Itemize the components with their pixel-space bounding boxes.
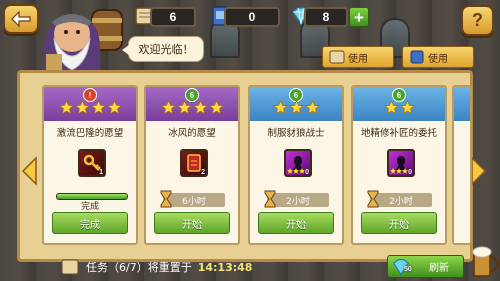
star-icon: [106, 100, 122, 115]
star-icon: [90, 100, 106, 115]
card-header: [454, 87, 470, 121]
timer-text: 6小时: [182, 196, 206, 207]
star-rating: [353, 100, 445, 118]
quest-card[interactable]: 6 地精修补匠的委托 0 2小时 开始: [351, 85, 447, 245]
star-rating: [146, 100, 238, 118]
star-icon: [208, 100, 224, 115]
reset-time: 14:13:48: [197, 260, 253, 274]
start-button[interactable]: 开始: [258, 212, 334, 234]
mini-star-rating: [287, 168, 305, 174]
refresh-label: 刷新: [429, 263, 449, 274]
timer-text: 2小时: [389, 196, 413, 207]
quest-timer: 2小时: [264, 190, 329, 208]
gem-count: 8: [304, 7, 348, 27]
quest-card-partial[interactable]: [452, 85, 472, 245]
item-count: 0: [305, 169, 309, 176]
greeting-bubble: 欢迎光临！: [122, 36, 204, 62]
reward-item: 0: [387, 149, 415, 177]
quest-title: 激流巴隆的愿望: [56, 128, 124, 139]
reward-item: 1: [78, 149, 106, 177]
refresh-cost: 50: [404, 266, 412, 273]
quest-card[interactable]: 6 制服豺狼战士 0 2小时 开始: [248, 85, 344, 245]
star-icon: [383, 100, 399, 115]
complete-button[interactable]: 完成: [52, 212, 128, 234]
star-icon: [399, 100, 415, 115]
scroll-icon: [329, 50, 345, 64]
scroll-left-arrow-icon[interactable]: [20, 156, 38, 186]
star-icon: [160, 100, 176, 115]
star-icon: [272, 100, 288, 115]
ticket-icon: [410, 50, 424, 64]
reward-item: 0: [284, 149, 312, 177]
use-scroll-button[interactable]: 使用: [322, 46, 394, 68]
star-icon: [176, 100, 192, 115]
use-button-label: 使用: [428, 53, 448, 65]
dwarf-merchant-portrait: [44, 9, 123, 76]
ticket-count: 0: [224, 7, 280, 27]
item-count: 0: [408, 169, 412, 176]
use-button-label: 使用: [348, 53, 368, 65]
beer-mug-icon: [472, 246, 498, 277]
star-icon: [288, 100, 304, 115]
quest-timer: 6小时: [160, 190, 225, 208]
scroll-right-arrow-icon[interactable]: [470, 156, 488, 186]
item-count: 2: [201, 169, 205, 176]
timer-text: 2小时: [286, 196, 310, 207]
scroll-icon: [61, 259, 79, 275]
star-icon: [192, 100, 208, 115]
start-button[interactable]: 开始: [154, 212, 230, 234]
mini-star-rating: [390, 168, 408, 174]
reset-info: 任务（6/7）将重置于 14:13:48: [60, 256, 260, 278]
use-ticket-button[interactable]: 使用: [402, 46, 474, 68]
star-rating: [44, 100, 136, 118]
hourglass-icon: [264, 190, 276, 208]
quest-title: 地精修补匠的委托: [360, 128, 437, 139]
quest-card[interactable]: ! 激流巴隆的愿望 1 完成 完成: [42, 85, 138, 245]
quest-title: 制服豺狼战士: [267, 128, 325, 139]
quest-title: 冰风的愿望: [168, 128, 216, 139]
star-icon: [74, 100, 90, 115]
star-icon: [304, 100, 320, 115]
help-button[interactable]: ?: [461, 5, 494, 36]
star-icon: [58, 100, 74, 115]
add-gems-button[interactable]: +: [349, 7, 369, 27]
quest-card[interactable]: 6 冰风的愿望 2 6小时 开始: [144, 85, 240, 245]
star-rating: [250, 100, 342, 118]
scroll-count: 6: [150, 7, 196, 27]
quest-status: 完成: [80, 202, 99, 212]
hourglass-icon: [160, 190, 172, 208]
item-count: 1: [99, 169, 103, 176]
reset-label: 任务（6/7）将重置于: [86, 261, 192, 274]
quest-timer: 2小时: [367, 190, 432, 208]
start-button[interactable]: 开始: [361, 212, 437, 234]
hourglass-icon: [367, 190, 379, 208]
reward-item: 2: [180, 149, 208, 177]
